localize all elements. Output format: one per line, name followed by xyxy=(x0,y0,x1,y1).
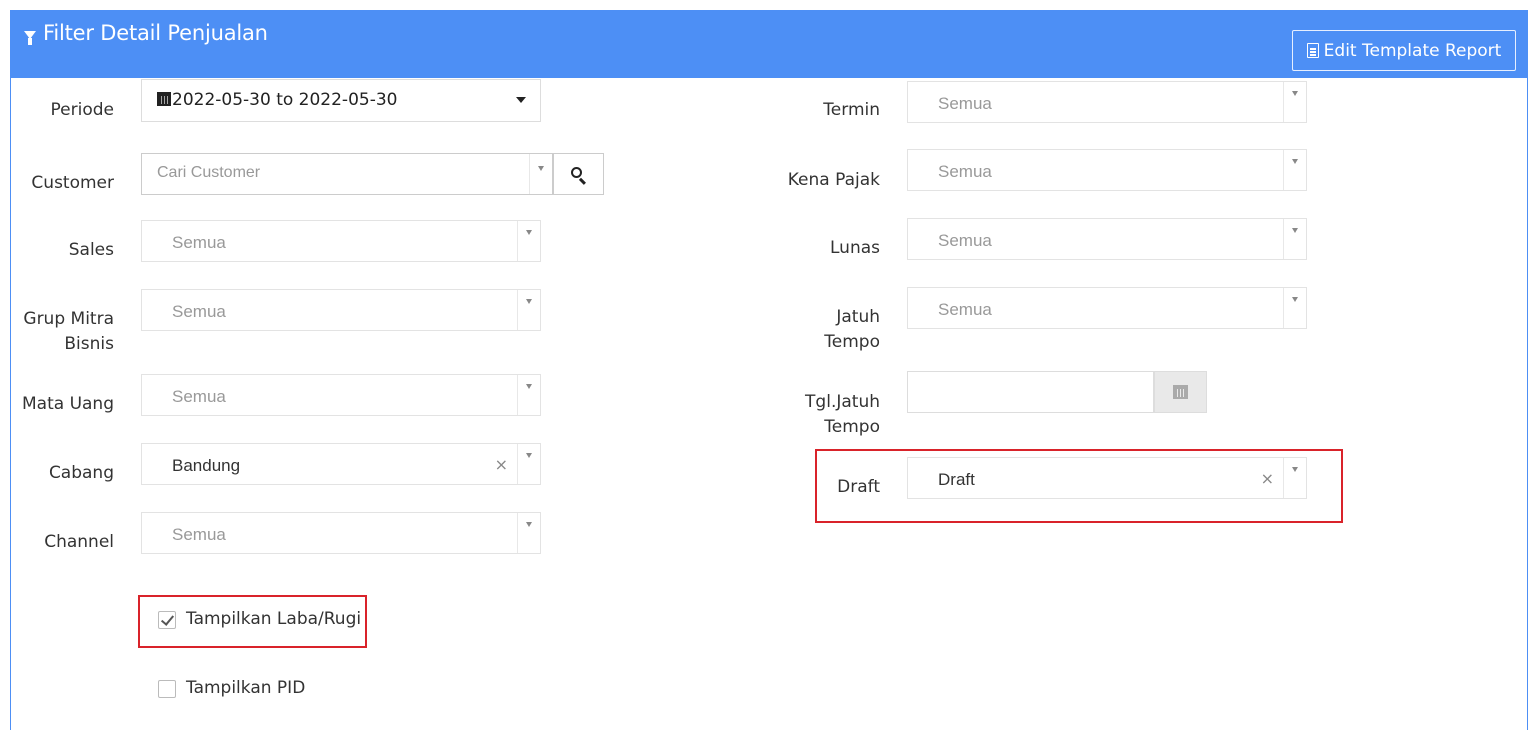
clear-icon[interactable]: × xyxy=(495,455,508,474)
channel-select[interactable]: Semua xyxy=(141,512,541,554)
jatuh-tempo-select[interactable]: Semua xyxy=(907,287,1307,329)
sales-label: Sales xyxy=(68,240,114,260)
channel-value: Semua xyxy=(172,525,226,544)
grup-mitra-label-line2: Bisnis xyxy=(64,334,114,354)
chevron-down-icon xyxy=(1283,219,1306,259)
clear-icon[interactable]: × xyxy=(1261,469,1274,488)
jatuh-tempo-value: Semua xyxy=(938,300,992,319)
chevron-down-icon xyxy=(517,221,540,261)
panel-title: Filter Detail Penjualan xyxy=(24,21,268,45)
cabang-value: Bandung xyxy=(172,456,241,475)
lunas-value: Semua xyxy=(938,231,992,250)
chevron-down-icon xyxy=(1283,82,1306,122)
tgl-jatuh-tempo-label: Tgl.Jatuh Tempo xyxy=(760,390,880,440)
chevron-down-icon xyxy=(1283,150,1306,190)
tampilkan-laba-rugi-checkbox[interactable] xyxy=(158,611,176,629)
mata-uang-label: Mata Uang xyxy=(22,394,114,414)
chevron-down-icon xyxy=(517,513,540,553)
customer-select[interactable]: Cari Customer xyxy=(141,153,553,195)
search-icon xyxy=(571,167,582,178)
panel-header: Filter Detail Penjualan Edit Template Re… xyxy=(11,11,1527,78)
draft-value: Draft xyxy=(938,470,975,489)
mata-uang-value: Semua xyxy=(172,387,226,406)
chevron-down-icon xyxy=(517,290,540,330)
termin-select[interactable]: Semua xyxy=(907,81,1307,123)
edit-template-report-label: Edit Template Report xyxy=(1323,40,1502,61)
draft-label: Draft xyxy=(837,477,880,497)
caret-down-icon xyxy=(516,97,526,103)
kena-pajak-select[interactable]: Semua xyxy=(907,149,1307,191)
periode-value: 2022-05-30 to 2022-05-30 xyxy=(172,90,398,110)
calendar-icon xyxy=(157,92,171,106)
draft-select[interactable]: Draft × xyxy=(907,457,1307,499)
lunas-label: Lunas xyxy=(830,238,880,258)
sales-value: Semua xyxy=(172,233,226,252)
channel-label: Channel xyxy=(44,532,114,552)
file-text-icon xyxy=(1306,43,1319,58)
jatuh-tempo-label: Jatuh Tempo xyxy=(760,305,880,355)
chevron-down-icon xyxy=(1283,288,1306,328)
tampilkan-pid-checkbox[interactable] xyxy=(158,680,176,698)
calendar-icon xyxy=(1173,385,1188,399)
tgl-jatuh-tempo-label-line1: Tgl.Jatuh xyxy=(805,392,880,412)
termin-value: Semua xyxy=(938,94,992,113)
tampilkan-pid-label[interactable]: Tampilkan PID xyxy=(186,678,305,698)
tampilkan-laba-rugi-label[interactable]: Tampilkan Laba/Rugi xyxy=(186,609,361,629)
tgl-jatuh-tempo-input[interactable] xyxy=(907,371,1154,413)
sales-select[interactable]: Semua xyxy=(141,220,541,262)
grup-mitra-label-line1: Grup Mitra xyxy=(23,309,114,329)
chevron-down-icon xyxy=(517,375,540,415)
grup-mitra-label: Grup Mitra Bisnis xyxy=(14,307,114,357)
kena-pajak-label: Kena Pajak xyxy=(787,170,880,190)
jatuh-tempo-label-line1: Jatuh xyxy=(836,307,880,327)
tgl-jatuh-tempo-label-line2: Tempo xyxy=(824,417,880,437)
grup-mitra-value: Semua xyxy=(172,302,226,321)
edit-template-report-button[interactable]: Edit Template Report xyxy=(1292,30,1516,71)
lunas-select[interactable]: Semua xyxy=(907,218,1307,260)
grup-mitra-select[interactable]: Semua xyxy=(141,289,541,331)
customer-placeholder: Cari Customer xyxy=(157,164,261,181)
mata-uang-select[interactable]: Semua xyxy=(141,374,541,416)
chevron-down-icon xyxy=(517,444,540,484)
termin-label: Termin xyxy=(823,100,880,120)
tgl-jatuh-tempo-calendar-button[interactable] xyxy=(1154,371,1207,413)
chevron-down-icon xyxy=(1283,458,1306,498)
cabang-select[interactable]: Bandung × xyxy=(141,443,541,485)
panel-title-text: Filter Detail Penjualan xyxy=(43,21,268,45)
kena-pajak-value: Semua xyxy=(938,162,992,181)
cabang-label: Cabang xyxy=(48,463,114,483)
jatuh-tempo-label-line2: Tempo xyxy=(824,332,880,352)
customer-label: Customer xyxy=(31,173,114,193)
filter-icon xyxy=(24,31,36,45)
customer-search-button[interactable] xyxy=(553,153,604,195)
periode-daterange-picker[interactable]: 2022-05-30 to 2022-05-30 xyxy=(141,79,541,122)
periode-label: Periode xyxy=(50,100,114,120)
chevron-down-icon xyxy=(529,154,552,194)
